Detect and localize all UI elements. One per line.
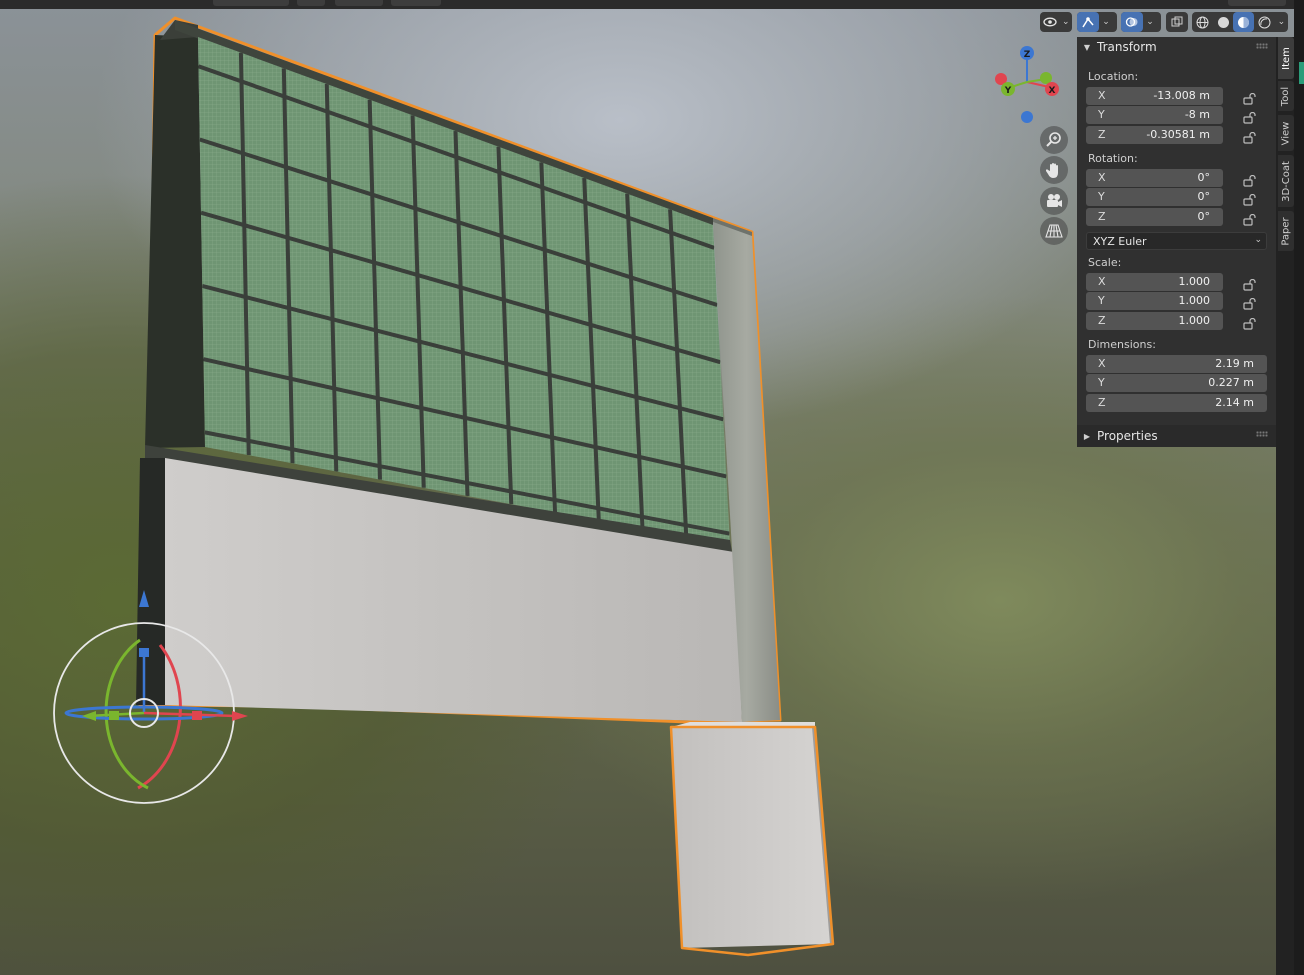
rotation-mode-select[interactable]: XYZ Euler ⌄ [1086,232,1267,250]
selected-fence-object[interactable] [136,16,835,957]
move-y-arrow[interactable] [82,711,96,721]
dimensions-z-field[interactable]: Z 2.14 m [1086,394,1267,412]
location-x-field[interactable]: X -13.008 m [1086,87,1223,105]
base-block [671,727,833,948]
gizmo-icon[interactable] [1077,12,1099,32]
drag-grip-icon[interactable] [1256,431,1268,437]
location-x-lock-icon[interactable] [1243,90,1257,105]
dimensions-x-field[interactable]: X 2.19 m [1086,355,1267,373]
window-edge [1294,0,1304,975]
properties-panel-header[interactable]: ▶ Properties [1077,425,1276,447]
properties-panel-title: Properties [1097,429,1158,443]
scale-x-field[interactable]: X 1.000 [1086,273,1223,291]
chevron-down-icon: ⌄ [1254,235,1262,245]
shading-modes[interactable]: ⌄ [1192,12,1288,32]
rendered-shading-icon[interactable] [1254,12,1275,32]
overlays-toggle[interactable]: ⌄ [1121,12,1161,32]
chevron-down-icon[interactable]: ⌄ [1099,12,1113,32]
scale-y-field[interactable]: Y 1.000 [1086,292,1223,310]
scale-x-lock-icon[interactable] [1243,276,1257,291]
tab-item[interactable]: Item [1278,37,1294,79]
chevron-down-icon[interactable]: ⌄ [1275,12,1288,32]
solid-shading-icon[interactable] [1213,12,1234,32]
scale-z-lock-icon[interactable] [1243,315,1257,330]
tab-tool[interactable]: Tool [1278,81,1294,111]
rotation-x-lock-icon[interactable] [1243,172,1257,187]
scale-x-handle[interactable] [192,711,202,720]
camera-icon[interactable] [1040,187,1068,215]
tab-view[interactable]: View [1278,115,1294,151]
dimensions-y-field[interactable]: Y 0.227 m [1086,374,1267,392]
transform-panel-header[interactable]: ▼ Transform [1077,37,1276,57]
transform-panel-title: Transform [1097,40,1157,54]
scale-label: Scale: [1088,256,1122,269]
scale-z-handle[interactable] [139,648,149,657]
scale-y-handle[interactable] [109,711,119,720]
eye-icon [1040,12,1060,32]
chevron-down-icon[interactable]: ⌄ [1143,12,1157,32]
expand-triangle-icon: ▼ [1083,42,1091,52]
tab-3d-coat[interactable]: 3D-Coat [1278,155,1294,207]
chevron-down-icon: ⌄ [1062,17,1070,27]
rotation-x-field[interactable]: X 0° [1086,169,1223,187]
3d-viewport[interactable]: Z X Y ⌄ ⌄ ⌄ ⌄ ▼ Transform Location: X -1… [0,0,1304,975]
xray-toggle[interactable] [1166,12,1188,32]
visibility-dropdown[interactable]: ⌄ [1040,12,1072,32]
location-y-lock-icon[interactable] [1243,109,1257,124]
navigation-axis-gizmo[interactable]: Z X Y [995,46,1059,123]
zoom-icon[interactable] [1040,126,1068,154]
collapsed-triangle-icon: ▶ [1083,431,1091,441]
drag-grip-icon[interactable] [1256,43,1268,49]
overlays-icon[interactable] [1121,12,1143,32]
rotation-label: Rotation: [1088,152,1138,165]
left-frame [145,35,205,448]
location-z-lock-icon[interactable] [1243,129,1257,144]
rotation-z-field[interactable]: Z 0° [1086,208,1223,226]
location-label: Location: [1088,70,1139,83]
tab-paper[interactable]: Paper [1278,211,1294,251]
sidebar-tab-strip: Item Tool View 3D-Coat Paper [1276,37,1294,975]
material-preview-shading-icon[interactable] [1233,12,1255,32]
scale-y-lock-icon[interactable] [1243,295,1257,310]
xray-icon[interactable] [1166,12,1188,32]
rotation-z-lock-icon[interactable] [1243,211,1257,226]
location-z-field[interactable]: Z -0.30581 m [1086,126,1223,144]
svg-text:Z: Z [1024,50,1031,60]
rotation-y-lock-icon[interactable] [1243,191,1257,206]
svg-text:X: X [1049,86,1056,96]
scale-z-field[interactable]: Z 1.000 [1086,312,1223,330]
rotation-y-field[interactable]: Y 0° [1086,188,1223,206]
pan-hand-icon[interactable] [1040,156,1068,184]
dimensions-label: Dimensions: [1088,338,1156,351]
wireframe-shading-icon[interactable] [1192,12,1213,32]
gizmo-toggle[interactable]: ⌄ [1077,12,1117,32]
move-x-arrow[interactable] [232,711,248,721]
scrollbar-indicator[interactable] [1299,62,1304,84]
location-y-field[interactable]: Y -8 m [1086,106,1223,124]
perspective-grid-icon[interactable] [1040,217,1068,245]
svg-text:Y: Y [1004,86,1012,96]
